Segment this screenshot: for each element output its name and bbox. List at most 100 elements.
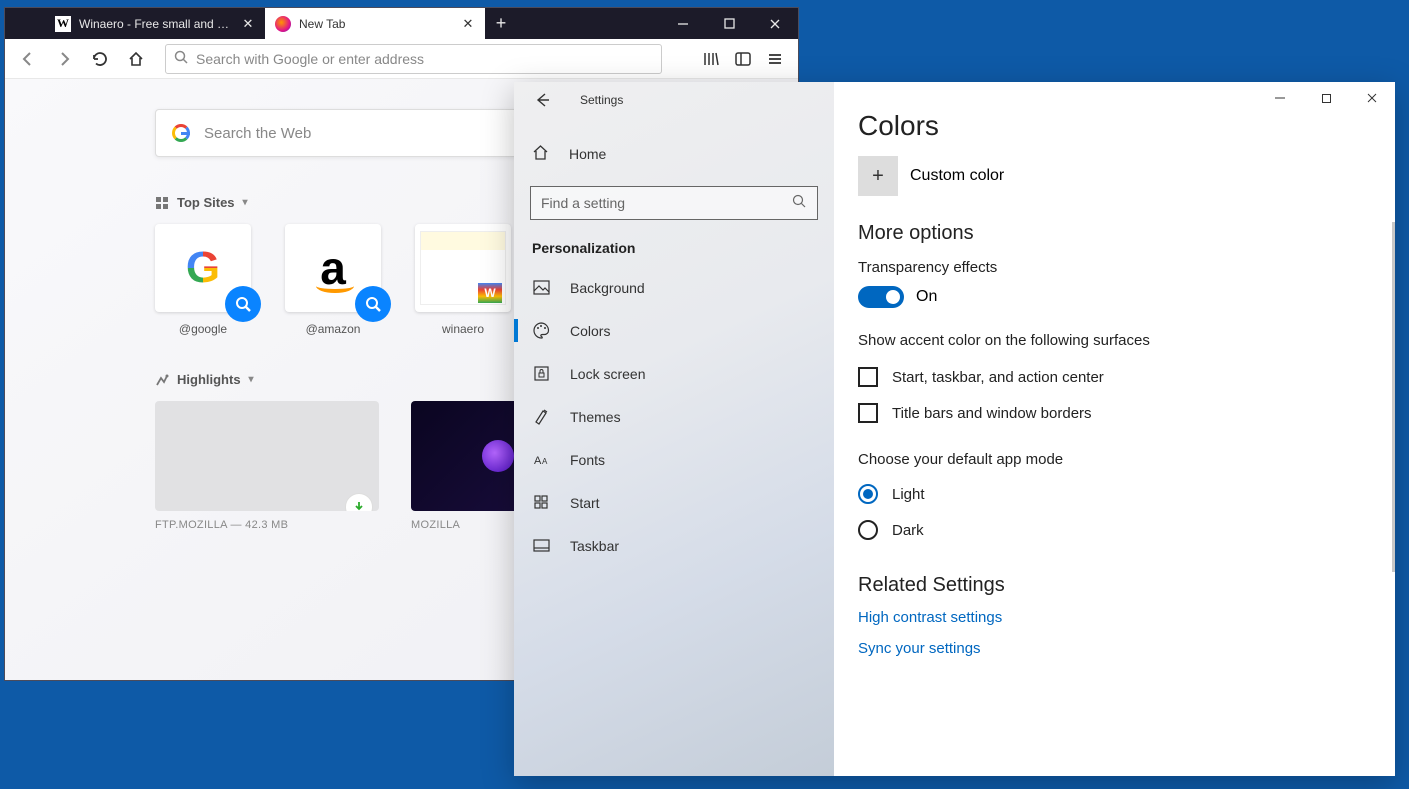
radio-icon [858,484,878,504]
menu-button[interactable] [760,44,790,74]
firefox-nightly-logo [482,440,514,472]
site-label: @amazon [306,322,361,336]
winaero-favicon: W [55,16,71,32]
checkbox-label: Title bars and window borders [892,405,1092,422]
themes-icon [532,408,550,425]
minimize-icon[interactable] [1257,82,1303,114]
nav-item-taskbar[interactable]: Taskbar [514,524,834,567]
sync-settings-link[interactable]: Sync your settings [858,640,1395,657]
nav-item-background[interactable]: Background [514,266,834,309]
search-placeholder: Search the Web [204,125,311,142]
nav-item-themes[interactable]: Themes [514,395,834,438]
more-options-heading: More options [858,222,1395,245]
page-title: Colors [858,110,1395,142]
checkbox-label: Start, taskbar, and action center [892,369,1104,386]
nav-item-colors[interactable]: Colors [514,309,834,352]
highlights-icon [155,373,169,387]
maximize-icon[interactable] [1303,82,1349,114]
nav-label: Colors [570,323,610,339]
svg-text:A: A [534,455,542,467]
back-button[interactable] [530,88,554,112]
address-bar[interactable]: Search with Google or enter address [165,44,662,74]
close-icon[interactable] [752,8,798,39]
settings-sidebar: Settings Home Find a setting Personaliza… [514,82,834,776]
home-nav-item[interactable]: Home [514,134,834,174]
settings-search-input[interactable]: Find a setting [530,186,818,220]
topsite-amazon[interactable]: a @amazon [285,224,381,336]
toggle-state: On [916,288,937,306]
custom-color-button[interactable]: + Custom color [858,156,1395,196]
amazon-logo: a [320,241,346,295]
search-placeholder: Find a setting [541,195,625,211]
close-icon[interactable] [1349,82,1395,114]
fonts-icon: AA [532,451,550,468]
settings-window: Settings Home Find a setting Personaliza… [514,82,1395,776]
topsite-winaero[interactable]: winaero [415,224,511,336]
close-tab-icon[interactable]: ✕ [461,17,475,31]
high-contrast-link[interactable]: High contrast settings [858,609,1395,626]
topsite-google[interactable]: G @google [155,224,251,336]
reload-button[interactable] [85,44,115,74]
radio-light[interactable]: Light [858,484,1395,504]
home-label: Home [569,146,606,162]
category-label: Personalization [514,240,834,266]
custom-color-label: Custom color [910,167,1004,185]
google-icon [172,124,190,142]
search-icon [174,50,188,67]
maximize-icon[interactable] [706,8,752,39]
nav-label: Taskbar [570,538,619,554]
home-icon [532,144,549,164]
library-button[interactable] [696,44,726,74]
radio-dark[interactable]: Dark [858,520,1395,540]
nav-label: Lock screen [570,366,645,382]
nav-item-start[interactable]: Start [514,481,834,524]
back-button[interactable] [13,44,43,74]
checkbox-icon [858,367,878,387]
palette-icon [532,322,550,339]
taskbar-icon [532,537,550,554]
checkbox-title-bars[interactable]: Title bars and window borders [858,403,1395,423]
firefox-tab-bar: W Winaero - Free small and useful ✕ New … [5,8,798,39]
firefox-toolbar: Search with Google or enter address [5,39,798,79]
search-badge-icon [225,286,261,322]
close-tab-icon[interactable]: ✕ [241,17,255,31]
minimize-icon[interactable] [660,8,706,39]
checkbox-icon [858,403,878,423]
site-label: winaero [442,322,484,336]
site-label: @google [179,322,227,336]
highlight-thumbnail [155,401,379,511]
grid-icon [155,196,169,210]
transparency-toggle[interactable] [858,286,904,308]
google-logo: G [186,243,220,293]
app-mode-label: Choose your default app mode [858,451,1395,468]
winaero-thumbnail [420,231,506,305]
nav-label: Background [570,280,645,296]
new-tab-button[interactable]: + [485,8,517,39]
chevron-down-icon: ▾ [243,197,248,208]
nav-label: Themes [570,409,621,425]
settings-window-controls [1257,82,1395,114]
settings-content: Colors + Custom color More options Trans… [834,82,1395,776]
forward-button[interactable] [49,44,79,74]
radio-label: Light [892,486,925,503]
checkbox-start-taskbar[interactable]: Start, taskbar, and action center [858,367,1395,387]
nav-label: Fonts [570,452,605,468]
section-label: Top Sites [177,195,235,210]
accent-surfaces-label: Show accent color on the following surfa… [858,332,1395,349]
address-bar-placeholder: Search with Google or enter address [196,51,424,67]
search-badge-icon [355,286,391,322]
browser-tab-newtab[interactable]: New Tab ✕ [265,8,485,39]
highlight-label: FTP.MOZILLA — 42.3 MB [155,519,379,531]
highlight-card[interactable]: FTP.MOZILLA — 42.3 MB [155,401,379,531]
radio-icon [858,520,878,540]
browser-tab-winaero[interactable]: W Winaero - Free small and useful ✕ [45,8,265,39]
scrollbar[interactable] [1392,222,1395,572]
sidebar-button[interactable] [728,44,758,74]
nav-item-fonts[interactable]: AA Fonts [514,438,834,481]
firefox-window-controls [660,8,798,39]
nav-item-lockscreen[interactable]: Lock screen [514,352,834,395]
firefox-favicon [275,16,291,32]
home-button[interactable] [121,44,151,74]
tab-title: Winaero - Free small and useful [79,17,233,31]
download-icon [345,493,373,511]
